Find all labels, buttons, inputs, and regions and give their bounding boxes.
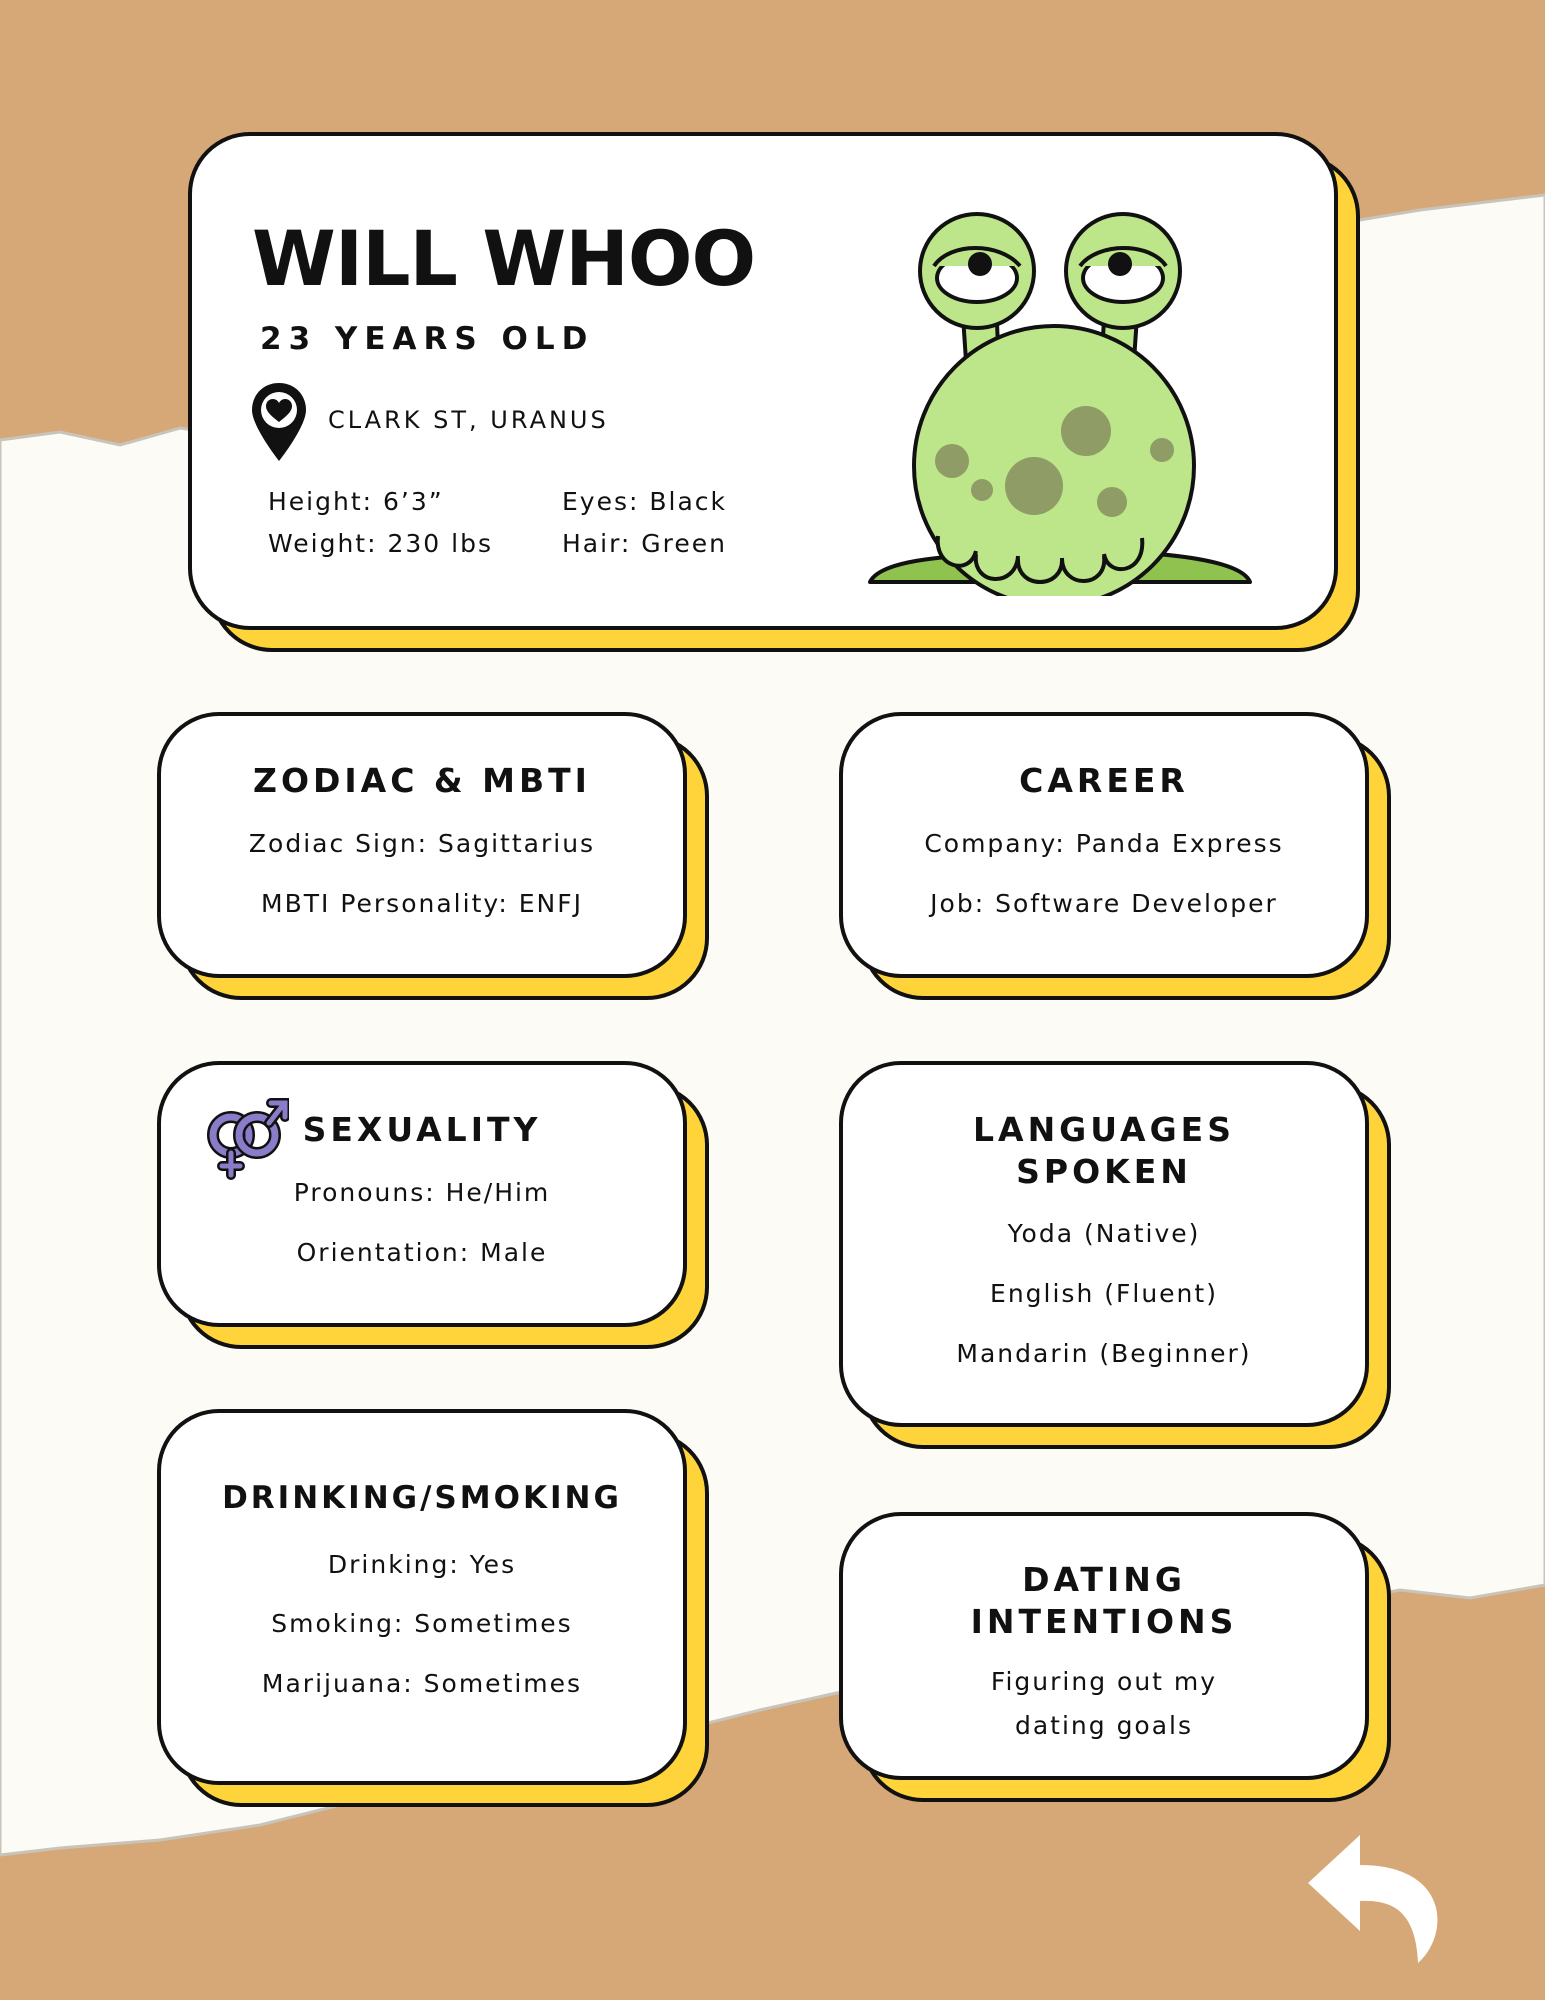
back-arrow-icon[interactable] — [1300, 1825, 1450, 1970]
job-line: Job: Software Developer — [930, 889, 1278, 918]
sexuality-card: SEXUALITY Pronouns: He/Him Orientation: … — [157, 1061, 709, 1349]
language-item: Yoda (Native) — [1007, 1219, 1201, 1248]
languages-title-line-2: SPOKEN — [1016, 1152, 1192, 1191]
dating-title-line-1: DATING — [1022, 1560, 1186, 1599]
dating-intentions-card-body: DATING INTENTIONS Figuring out my dating… — [839, 1512, 1369, 1780]
weight-stat: Weight: 230 lbs — [268, 529, 493, 558]
drinking-line: Drinking: Yes — [327, 1550, 517, 1579]
dating-line: dating goals — [1014, 1711, 1194, 1740]
drinking-smoking-title: DRINKING/SMOKING — [222, 1480, 622, 1516]
dating-intentions-card: DATING INTENTIONS Figuring out my dating… — [839, 1512, 1391, 1802]
profile-card: WILL WHOO 23 YEARS OLD CLARK ST, URANUS … — [188, 132, 1360, 652]
sexuality-title: SEXUALITY — [302, 1110, 542, 1149]
career-card-body: CAREER Company: Panda Express Job: Softw… — [839, 712, 1369, 978]
green-alien-illustration — [868, 212, 1252, 596]
zodiac-mbti-card: ZODIAC & MBTI Zodiac Sign: Sagittarius M… — [157, 712, 709, 1000]
pronouns-line: Pronouns: He/Him — [293, 1178, 551, 1207]
career-card: CAREER Company: Panda Express Job: Softw… — [839, 712, 1391, 1000]
hair-stat: Hair: Green — [562, 529, 727, 558]
smoking-line: Smoking: Sometimes — [271, 1609, 573, 1638]
marijuana-line: Marijuana: Sometimes — [261, 1669, 583, 1698]
language-item: English (Fluent) — [990, 1279, 1218, 1308]
sexuality-card-body: SEXUALITY Pronouns: He/Him Orientation: … — [157, 1061, 687, 1327]
orientation-line: Orientation: Male — [296, 1238, 548, 1267]
zodiac-mbti-title: ZODIAC & MBTI — [253, 761, 591, 800]
career-title: CAREER — [1019, 761, 1189, 800]
languages-card-body: LANGUAGES SPOKEN Yoda (Native) English (… — [839, 1061, 1369, 1427]
company-line: Company: Panda Express — [924, 829, 1284, 858]
languages-title-line-1: LANGUAGES — [973, 1110, 1235, 1149]
dating-title-line-2: INTENTIONS — [970, 1602, 1238, 1641]
map-pin-heart-icon — [252, 383, 306, 461]
dating-line: Figuring out my — [990, 1667, 1218, 1696]
profile-location: CLARK ST, URANUS — [328, 406, 609, 434]
mbti-line: MBTI Personality: ENFJ — [261, 889, 583, 918]
zodiac-mbti-card-body: ZODIAC & MBTI Zodiac Sign: Sagittarius M… — [157, 712, 687, 978]
eyes-stat: Eyes: Black — [562, 487, 728, 516]
profile-age: 23 YEARS OLD — [260, 321, 595, 357]
profile-name: WILL WHOO — [252, 214, 756, 303]
languages-card: LANGUAGES SPOKEN Yoda (Native) English (… — [839, 1061, 1391, 1449]
zodiac-sign-line: Zodiac Sign: Sagittarius — [248, 829, 596, 858]
drinking-smoking-card: DRINKING/SMOKING Drinking: Yes Smoking: … — [157, 1409, 709, 1807]
language-item: Mandarin (Beginner) — [956, 1339, 1252, 1368]
drinking-smoking-card-body: DRINKING/SMOKING Drinking: Yes Smoking: … — [157, 1409, 687, 1785]
profile-card-body: WILL WHOO 23 YEARS OLD CLARK ST, URANUS … — [188, 132, 1338, 630]
height-stat: Height: 6’3” — [268, 487, 444, 516]
